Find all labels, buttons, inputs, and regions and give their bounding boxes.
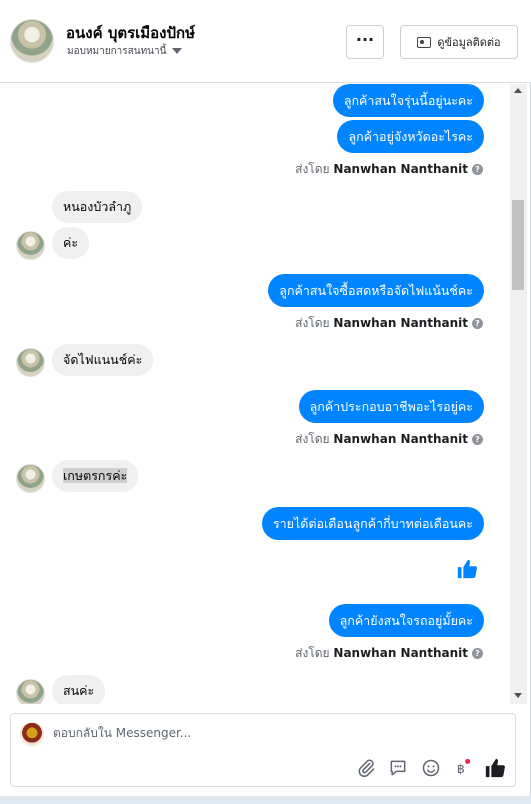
message-incoming[interactable]: สนค่ะ xyxy=(52,675,106,704)
sent-by-prefix: ส่งโดย xyxy=(295,432,330,446)
scroll-down-arrow[interactable] xyxy=(514,693,522,698)
conversation-panel: อนงค์ บุตรเมืองปักษ์ มอบหมายการสนทนานี้ … xyxy=(0,0,531,796)
sent-by-label: ส่งโดย Nanwhan Nanthanit? xyxy=(295,160,483,179)
sent-by-prefix: ส่งโดย xyxy=(295,162,330,176)
message-incoming[interactable]: จัดไฟแนนช์ค่ะ xyxy=(52,344,154,376)
info-icon[interactable]: ? xyxy=(472,434,483,445)
contact-avatar-small xyxy=(16,679,45,704)
caret-down-icon xyxy=(172,48,183,54)
payment-icon[interactable]: ฿ xyxy=(451,758,471,778)
sent-by-prefix: ส่งโดย xyxy=(295,316,330,330)
assign-conversation-dropdown[interactable]: มอบหมายการสนทนานี้ xyxy=(67,44,183,59)
bottom-strip xyxy=(0,796,531,804)
contact-avatar-small xyxy=(16,231,45,260)
scroll-thumb[interactable] xyxy=(512,200,524,290)
thread-scrollbar[interactable] xyxy=(510,84,527,704)
sent-by-name: Nanwhan Nanthanit xyxy=(333,316,468,330)
svg-text:฿: ฿ xyxy=(457,761,465,776)
message-outgoing[interactable]: ลูกค้าสนใจรุ่นนี้อยู่นะคะ xyxy=(332,84,484,117)
message-outgoing[interactable]: ลูกค้าประกอบอาชีพอะไรอยู่คะ xyxy=(298,390,484,423)
sent-by-name: Nanwhan Nanthanit xyxy=(333,646,468,660)
highlighted-text: เกษตรกรค่ะ xyxy=(63,468,128,483)
contact-card-icon xyxy=(417,36,432,48)
message-incoming[interactable]: ค่ะ xyxy=(52,227,90,259)
sent-by-name: Nanwhan Nanthanit xyxy=(333,432,468,446)
more-options-button[interactable]: ··· xyxy=(346,25,384,59)
message-outgoing[interactable]: รายได้ต่อเดือนลูกค้ากี่บาทต่อเดือนคะ xyxy=(261,507,484,540)
message-composer: ฿ xyxy=(10,713,516,787)
contact-avatar[interactable] xyxy=(10,19,54,63)
contact-avatar-small xyxy=(16,464,45,493)
message-outgoing[interactable]: ลูกค้าอยู่จังหวัดอะไรคะ xyxy=(337,120,484,153)
contact-name[interactable]: อนงค์ บุตรเมืองปักษ์ xyxy=(66,21,195,45)
conversation-header: อนงค์ บุตรเมืองปักษ์ มอบหมายการสนทนานี้ … xyxy=(0,0,531,83)
message-thread[interactable]: ลูกค้าสนใจรุ่นนี้อยู่นะคะ ลูกค้าอยู่จังห… xyxy=(0,84,512,704)
thumbs-up-icon xyxy=(457,559,477,579)
scroll-up-arrow[interactable] xyxy=(514,88,522,93)
attachment-icon[interactable] xyxy=(356,758,376,778)
info-icon[interactable]: ? xyxy=(472,318,483,329)
quick-reply-icon[interactable] xyxy=(388,758,408,778)
message-outgoing[interactable]: ลูกค้ายังสนใจรถอยู่มั้ยคะ xyxy=(328,604,484,637)
send-like-icon[interactable] xyxy=(484,757,506,779)
message-incoming[interactable]: เกษตรกรค่ะ xyxy=(52,460,139,492)
sent-by-prefix: ส่งโดย xyxy=(295,646,330,660)
contact-avatar-small xyxy=(16,348,45,377)
info-icon[interactable]: ? xyxy=(472,648,483,659)
view-contact-label: ดูข้อมูลติดต่อ xyxy=(437,36,501,49)
sent-by-name: Nanwhan Nanthanit xyxy=(333,162,468,176)
message-incoming[interactable]: หนองบัวลำภู xyxy=(52,191,143,223)
sent-by-label: ส่งโดย Nanwhan Nanthanit? xyxy=(295,430,483,449)
assign-label: มอบหมายการสนทนานี้ xyxy=(67,46,167,57)
page-avatar xyxy=(20,722,44,746)
sent-by-label: ส่งโดย Nanwhan Nanthanit? xyxy=(295,644,483,663)
sent-by-label: ส่งโดย Nanwhan Nanthanit? xyxy=(295,314,483,333)
info-icon[interactable]: ? xyxy=(472,164,483,175)
reply-input[interactable] xyxy=(53,726,493,740)
emoji-icon[interactable] xyxy=(421,758,441,778)
view-contact-button[interactable]: ดูข้อมูลติดต่อ xyxy=(400,25,518,59)
message-outgoing[interactable]: ลูกค้าสนใจซื้อสดหรือจัดไฟแน้นช์คะ xyxy=(268,274,484,307)
